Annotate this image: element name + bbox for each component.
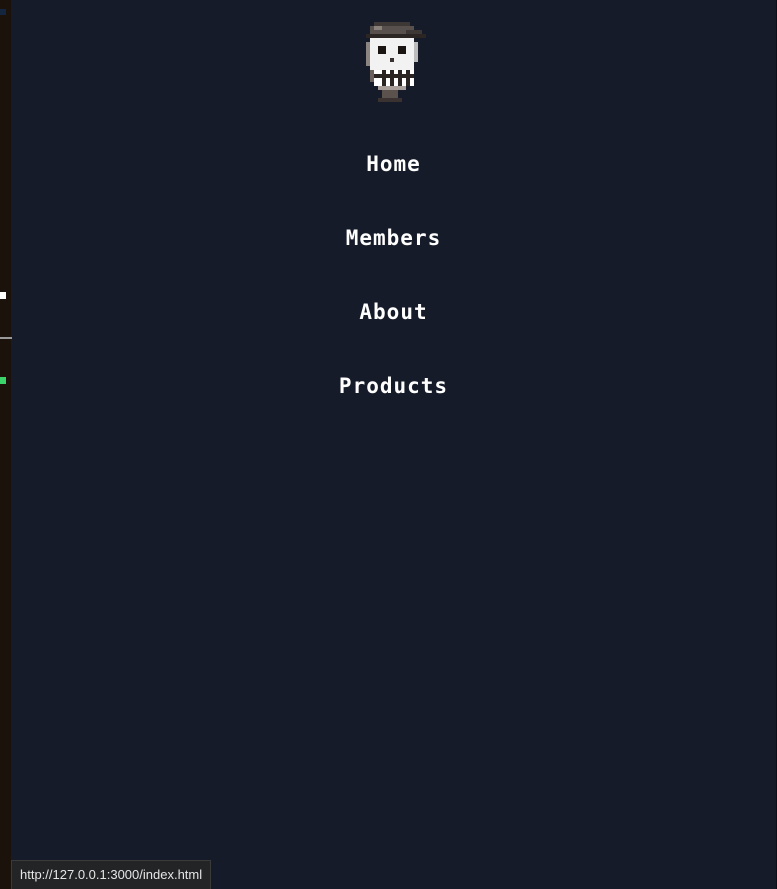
nav-item-about: About [339,300,448,374]
edge-marker [0,377,6,384]
nav-item-home: Home [339,152,448,226]
nav-item-products: Products [339,374,448,448]
edge-marker [0,9,6,15]
nav-link-about[interactable]: About [359,300,427,324]
left-edge-strip [0,0,12,889]
logo-link[interactable] [362,0,426,110]
link-status-url: http://127.0.0.1:3000/index.html [11,860,212,889]
main-navigation: Home Members About Products [11,0,776,448]
nav-item-members: Members [339,226,448,300]
nav-link-products[interactable]: Products [339,374,448,398]
nav-link-members[interactable]: Members [346,226,442,250]
edge-marker [0,292,6,299]
pixel-skull-with-cap-icon [365,22,426,102]
nav-link-home[interactable]: Home [366,152,421,176]
nav-menu: Home Members About Products [339,152,448,448]
